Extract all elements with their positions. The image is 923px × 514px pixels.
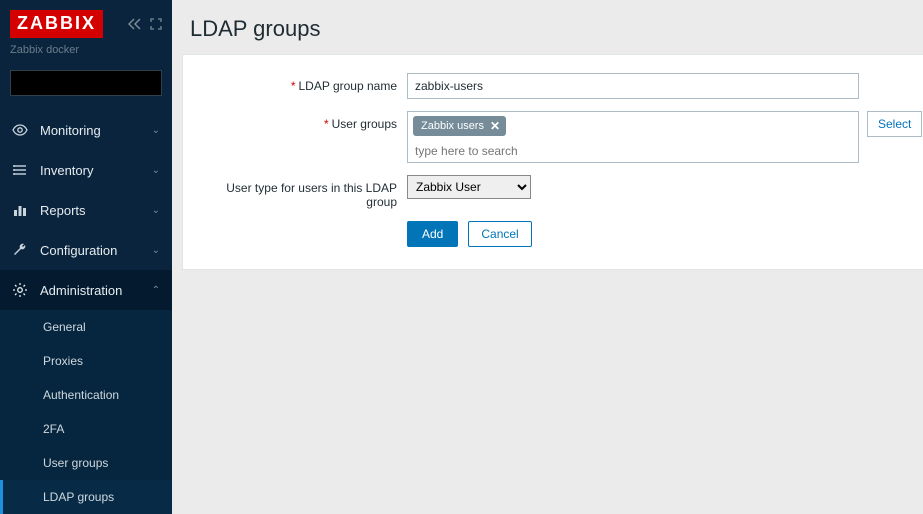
nav-inventory[interactable]: Inventory ⌄ — [0, 150, 172, 190]
nav-label: Monitoring — [40, 123, 101, 138]
chevron-down-icon: ⌄ — [152, 125, 160, 136]
subnav-label: User groups — [43, 456, 108, 470]
chevron-down-icon: ⌄ — [152, 165, 160, 176]
brand-subtitle: Zabbix docker — [10, 44, 162, 56]
user-groups-search-input[interactable] — [413, 140, 853, 158]
nav-label: Reports — [40, 203, 86, 218]
collapse-sidebar-icon[interactable] — [128, 18, 142, 30]
subnav-label: Proxies — [43, 354, 83, 368]
select-user-groups-button[interactable]: Select — [867, 111, 922, 137]
fullscreen-icon[interactable] — [150, 18, 162, 30]
subnav-label: Authentication — [43, 388, 119, 402]
page-header: LDAP groups — [172, 0, 923, 54]
search-box[interactable] — [10, 70, 162, 96]
chevron-up-icon: ⌃ — [152, 285, 160, 296]
nav-label: Administration — [40, 283, 122, 298]
remove-tag-icon[interactable]: ✕ — [490, 119, 500, 133]
label-user-groups: *User groups — [193, 111, 407, 131]
nav-administration[interactable]: Administration ⌃ — [0, 270, 172, 310]
sidebar-header: ZABBIX Zabbix docker — [0, 0, 172, 62]
sidebar: ZABBIX Zabbix docker Monitoring — [0, 0, 172, 502]
nav-configuration[interactable]: Configuration ⌄ — [0, 230, 172, 270]
label-text: User type for users in this LDAP group — [226, 181, 397, 209]
subnav-authentication[interactable]: Authentication — [0, 378, 172, 412]
subnav-label: 2FA — [43, 422, 64, 436]
logo: ZABBIX — [10, 10, 103, 38]
gear-icon — [12, 282, 28, 298]
chevron-down-icon: ⌄ — [152, 245, 160, 256]
nav-monitoring[interactable]: Monitoring ⌄ — [0, 110, 172, 150]
user-type-select[interactable]: Zabbix User — [407, 175, 531, 199]
subnav-user-groups[interactable]: User groups — [0, 446, 172, 480]
nav-label: Configuration — [40, 243, 117, 258]
tag-label: Zabbix users — [421, 120, 484, 132]
label-text: User groups — [332, 117, 397, 131]
label-user-type: User type for users in this LDAP group — [193, 175, 407, 209]
main: LDAP groups *LDAP group name *User group… — [172, 0, 923, 502]
nav: Monitoring ⌄ Inventory ⌄ Reports ⌄ Confi… — [0, 110, 172, 514]
nav-label: Inventory — [40, 163, 93, 178]
label-ldap-group-name: *LDAP group name — [193, 73, 407, 93]
subnav-general[interactable]: General — [0, 310, 172, 344]
label-text: LDAP group name — [298, 79, 397, 93]
subnav-proxies[interactable]: Proxies — [0, 344, 172, 378]
subnav-2fa[interactable]: 2FA — [0, 412, 172, 446]
eye-icon — [12, 122, 28, 138]
subnav-label: General — [43, 320, 86, 334]
user-groups-multiselect[interactable]: Zabbix users ✕ — [407, 111, 859, 163]
list-icon — [12, 162, 28, 178]
subnav-administration: General Proxies Authentication 2FA User … — [0, 310, 172, 514]
add-button[interactable]: Add — [407, 221, 458, 247]
subnav-ldap-groups[interactable]: LDAP groups — [0, 480, 172, 514]
search-input[interactable] — [19, 76, 174, 90]
form-panel: *LDAP group name *User groups Zabbix use… — [182, 54, 923, 270]
wrench-icon — [12, 242, 28, 258]
nav-reports[interactable]: Reports ⌄ — [0, 190, 172, 230]
ldap-group-name-input[interactable] — [407, 73, 859, 99]
user-group-tag: Zabbix users ✕ — [413, 116, 506, 136]
chart-icon — [12, 202, 28, 218]
page-title: LDAP groups — [190, 16, 921, 42]
chevron-down-icon: ⌄ — [152, 205, 160, 216]
cancel-button[interactable]: Cancel — [468, 221, 531, 247]
